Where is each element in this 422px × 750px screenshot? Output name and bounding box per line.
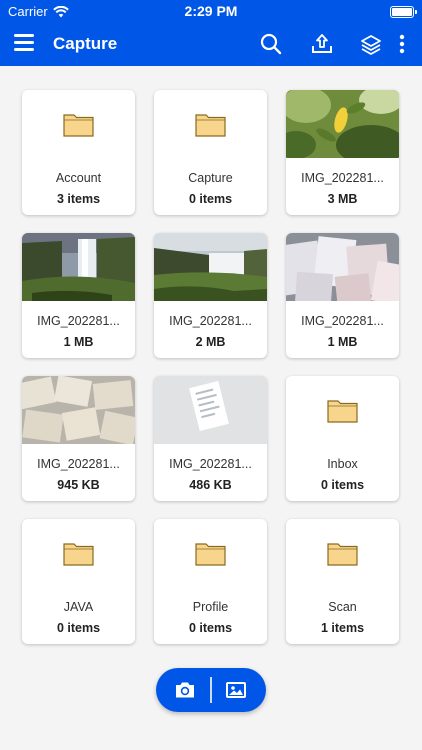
image-gallery-icon[interactable] <box>224 678 248 702</box>
image-thumbnail <box>22 376 135 444</box>
folder-icon <box>327 400 358 423</box>
item-meta: 1 items <box>320 621 365 635</box>
image-card[interactable]: IMG_202281... 486 KB <box>154 376 267 501</box>
folder-icon <box>195 114 226 137</box>
more-vertical-icon[interactable] <box>396 32 408 56</box>
item-name: IMG_202281... <box>169 457 252 471</box>
status-time: 2:29 PM <box>184 3 238 19</box>
image-thumbnail <box>286 233 399 301</box>
item-meta: 0 items <box>188 192 233 206</box>
app-bar: Capture <box>0 24 422 66</box>
image-thumbnail <box>22 233 135 301</box>
image-thumbnail <box>154 233 267 301</box>
item-name: IMG_202281... <box>37 314 120 328</box>
image-thumbnail <box>154 376 267 444</box>
battery-icon <box>390 6 417 18</box>
folder-card[interactable]: JAVA 0 items <box>22 519 135 644</box>
folder-card[interactable]: Scan 1 items <box>286 519 399 644</box>
image-thumbnail <box>286 90 399 158</box>
folder-card[interactable]: Capture 0 items <box>154 90 267 215</box>
item-name: IMG_202281... <box>301 171 384 185</box>
item-meta: 1 MB <box>327 335 358 349</box>
image-card[interactable]: IMG_202281... 1 MB <box>286 233 399 358</box>
folder-card[interactable]: Profile 0 items <box>154 519 267 644</box>
capture-action-bar <box>156 668 266 712</box>
item-name: JAVA <box>63 600 94 614</box>
folder-card[interactable]: Inbox 0 items <box>286 376 399 501</box>
item-meta: 1 MB <box>63 335 94 349</box>
folder-icon <box>195 543 226 566</box>
action-divider <box>210 677 212 703</box>
folder-card[interactable]: Account 3 items <box>22 90 135 215</box>
item-meta: 0 items <box>188 621 233 635</box>
hamburger-menu-icon[interactable] <box>14 34 34 54</box>
item-meta: 486 KB <box>189 478 232 492</box>
folder-icon <box>63 543 94 566</box>
image-card[interactable]: IMG_202281... 1 MB <box>22 233 135 358</box>
folder-icon <box>63 114 94 137</box>
layers-upload-icon[interactable] <box>359 32 383 56</box>
item-name: Account <box>55 171 102 185</box>
image-card[interactable]: IMG_202281... 2 MB <box>154 233 267 358</box>
item-name: Capture <box>188 171 233 185</box>
item-meta: 945 KB <box>57 478 100 492</box>
page-title: Capture <box>53 34 118 53</box>
item-meta: 2 MB <box>195 335 226 349</box>
status-bar: Carrier 2:29 PM <box>0 0 422 24</box>
item-name: IMG_202281... <box>37 457 120 471</box>
item-name: Inbox <box>327 457 358 471</box>
file-grid: Account 3 items Capture 0 items IMG_2022… <box>22 90 399 644</box>
item-name: Scan <box>328 600 357 614</box>
folder-icon <box>327 543 358 566</box>
item-name: Profile <box>192 600 229 614</box>
image-card[interactable]: IMG_202281... 945 KB <box>22 376 135 501</box>
item-name: IMG_202281... <box>169 314 252 328</box>
camera-icon[interactable] <box>173 678 197 702</box>
item-meta: 3 items <box>56 192 101 206</box>
image-card[interactable]: IMG_202281... 3 MB <box>286 90 399 215</box>
item-meta: 0 items <box>320 478 365 492</box>
search-icon[interactable] <box>259 32 283 56</box>
item-name: IMG_202281... <box>301 314 384 328</box>
item-meta: 3 MB <box>327 192 358 206</box>
upload-icon[interactable] <box>310 32 334 56</box>
item-meta: 0 items <box>56 621 101 635</box>
